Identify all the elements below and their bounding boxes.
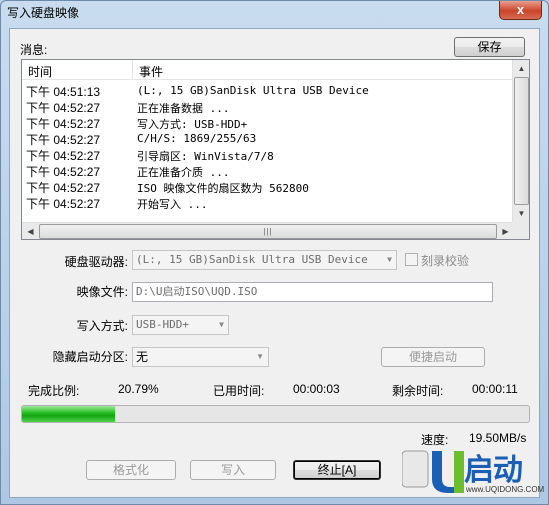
column-header-time[interactable]: 时间 xyxy=(28,63,52,80)
scrollbar-corner xyxy=(512,222,529,239)
image-file-label: 映像文件: xyxy=(76,285,128,299)
speed-label: 速度: xyxy=(421,433,449,447)
stop-button[interactable]: 终止[A] xyxy=(293,460,381,480)
horizontal-scroll-thumb[interactable]: ||| xyxy=(39,224,497,239)
save-button[interactable]: 保存 xyxy=(454,37,525,57)
vertical-scrollbar[interactable]: ▲ ▼ xyxy=(512,60,529,222)
list-item[interactable]: 下午 04:51:13 (L:, 15 GB)SanDisk Ultra USB … xyxy=(22,82,514,99)
uqidong-logo: 启动 www.UQIDONG.COM xyxy=(401,447,545,499)
close-icon: x xyxy=(516,2,525,17)
remaining-value: 00:00:11 xyxy=(472,382,518,396)
scroll-down-arrow-icon[interactable]: ▼ xyxy=(513,205,529,222)
log-list[interactable]: 时间 事件 下午 04:51:13 (L:, 15 GB)SanDisk Ultr… xyxy=(21,59,530,240)
logo-text: 启动 xyxy=(464,453,523,488)
progress-bar-fill xyxy=(22,406,115,422)
drive-label: 硬盘驱动器: xyxy=(64,255,128,269)
image-file-field[interactable]: D:\U启动ISO\UQD.ISO xyxy=(132,282,493,302)
write-mode-select[interactable]: USB-HDD+ ▼ xyxy=(132,315,229,335)
chevron-down-icon: ▼ xyxy=(219,320,224,329)
title-bar[interactable]: 写入硬盘映像 x xyxy=(1,1,548,25)
window-title: 写入硬盘映像 xyxy=(7,6,80,20)
hidden-partition-label: 隐藏启动分区: xyxy=(52,350,128,364)
verify-checkbox[interactable] xyxy=(405,253,418,266)
progress-label: 完成比例: xyxy=(28,384,80,398)
hidden-partition-select[interactable]: 无 ▼ xyxy=(132,347,269,367)
list-item[interactable]: 下午 04:52:27 正在准备数据 ... xyxy=(22,98,514,115)
progress-value: 20.79% xyxy=(118,382,159,396)
list-item[interactable]: 下午 04:52:27 ISO 映像文件的扇区数为 562800 xyxy=(22,178,514,195)
close-button[interactable]: x xyxy=(499,1,542,20)
list-item[interactable]: 下午 04:52:27 C/H/S: 1869/255/63 xyxy=(22,130,514,147)
column-separator[interactable] xyxy=(132,60,133,80)
dialog-client: 消息: 保存 时间 事件 下午 04:51:13 (L:, 15 GB)SanDi… xyxy=(9,28,545,499)
speed-value: 19.50MB/s xyxy=(469,431,527,445)
progress-bar xyxy=(21,405,530,423)
write-mode-label: 写入方式: xyxy=(76,319,128,333)
list-item[interactable]: 下午 04:52:27 正在准备介质 ... xyxy=(22,162,514,179)
horizontal-scrollbar[interactable]: ◀ ||| ▶ xyxy=(22,222,514,239)
remaining-label: 剩余时间: xyxy=(392,384,444,398)
vertical-scroll-thumb[interactable] xyxy=(514,77,529,205)
chevron-down-icon: ▼ xyxy=(256,352,264,361)
write-button[interactable]: 写入 xyxy=(190,460,276,480)
log-rows: 下午 04:51:13 (L:, 15 GB)SanDisk Ultra USB … xyxy=(22,82,514,211)
list-item[interactable]: 下午 04:52:27 写入方式: USB-HDD+ xyxy=(22,114,514,131)
elapsed-label: 已用时间: xyxy=(213,384,265,398)
drive-select[interactable]: (L:, 15 GB)SanDisk Ultra USB Device ▼ xyxy=(132,250,397,270)
write-disk-image-window: 写入硬盘映像 x 消息: 保存 时间 事件 下午 04:51:13 (L:, 15… xyxy=(0,0,549,505)
grip-icon: ||| xyxy=(263,227,273,236)
chevron-down-icon: ▼ xyxy=(387,255,392,264)
message-label: 消息: xyxy=(20,43,48,57)
log-list-header: 时间 事件 xyxy=(22,60,514,80)
scroll-up-arrow-icon[interactable]: ▲ xyxy=(513,60,529,77)
column-header-event[interactable]: 事件 xyxy=(139,63,163,80)
logo-url: www.UQIDONG.COM xyxy=(466,485,545,494)
verify-label: 刻录校验 xyxy=(421,254,470,268)
list-item[interactable]: 下午 04:52:27 引导扇区: WinVista/7/8 xyxy=(22,146,514,163)
scroll-left-arrow-icon[interactable]: ◀ xyxy=(22,223,39,239)
elapsed-value: 00:00:03 xyxy=(293,382,340,396)
format-button[interactable]: 格式化 xyxy=(86,460,176,480)
list-item[interactable]: 下午 04:52:27 开始写入 ... xyxy=(22,194,514,211)
quick-boot-button[interactable]: 便捷启动 xyxy=(381,347,485,367)
